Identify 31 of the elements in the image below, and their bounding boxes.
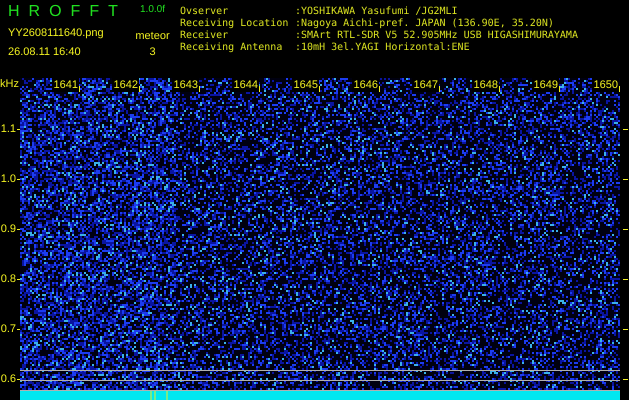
x-axis-label: 1644 — [232, 78, 259, 92]
x-axis-label: 1648 — [472, 78, 499, 92]
x-axis-label: 1646 — [352, 78, 379, 92]
file-name: YY2608111640.png — [8, 27, 104, 40]
x-axis-label: 1643 — [172, 78, 199, 92]
y-axis-label: 0.6 — [0, 373, 16, 385]
y-axis-label: 1.0 — [0, 173, 16, 185]
info-value: :10mH 3el.YAGI Horizontal:ENE — [295, 42, 471, 54]
info-value: :YOSHIKAWA Yasufumi /JG2MLI — [295, 6, 459, 18]
app-title: HROFFT — [8, 3, 127, 21]
y-axis-label: 0.9 — [0, 223, 16, 235]
date-time: 26.08.11 16:40 — [8, 46, 81, 59]
y-axis-label: 0.8 — [0, 273, 16, 285]
x-axis-label: 1650 — [592, 78, 619, 92]
y-axis-label: 1.1 — [0, 123, 16, 135]
info-label: Receiving Location — [180, 18, 290, 30]
info-value: :Nagoya Aichi-pref. JAPAN (136.90E, 35.20N) — [295, 18, 555, 30]
info-value: :SMArt RTL-SDR V5 52.905MHz USB HIGASHIMURAYAMA — [295, 30, 578, 42]
x-axis-label: 1641 — [52, 78, 79, 92]
info-label: Receiver — [180, 30, 230, 42]
x-axis-label: 1647 — [412, 78, 439, 92]
x-axis-label: 1642 — [112, 78, 139, 92]
info-label: Receiving Antenna — [180, 42, 284, 54]
x-axis-label: 1649 — [532, 78, 559, 92]
version-label: 1.0.0f — [140, 4, 166, 16]
counter-value: 3 — [149, 46, 156, 59]
y-axis-label: 0.7 — [0, 323, 16, 335]
axis-unit: kHz — [0, 78, 19, 90]
x-axis-label: 1645 — [292, 78, 319, 92]
counter-label: meteor — [135, 30, 170, 43]
info-label: Ovserver — [180, 6, 230, 18]
